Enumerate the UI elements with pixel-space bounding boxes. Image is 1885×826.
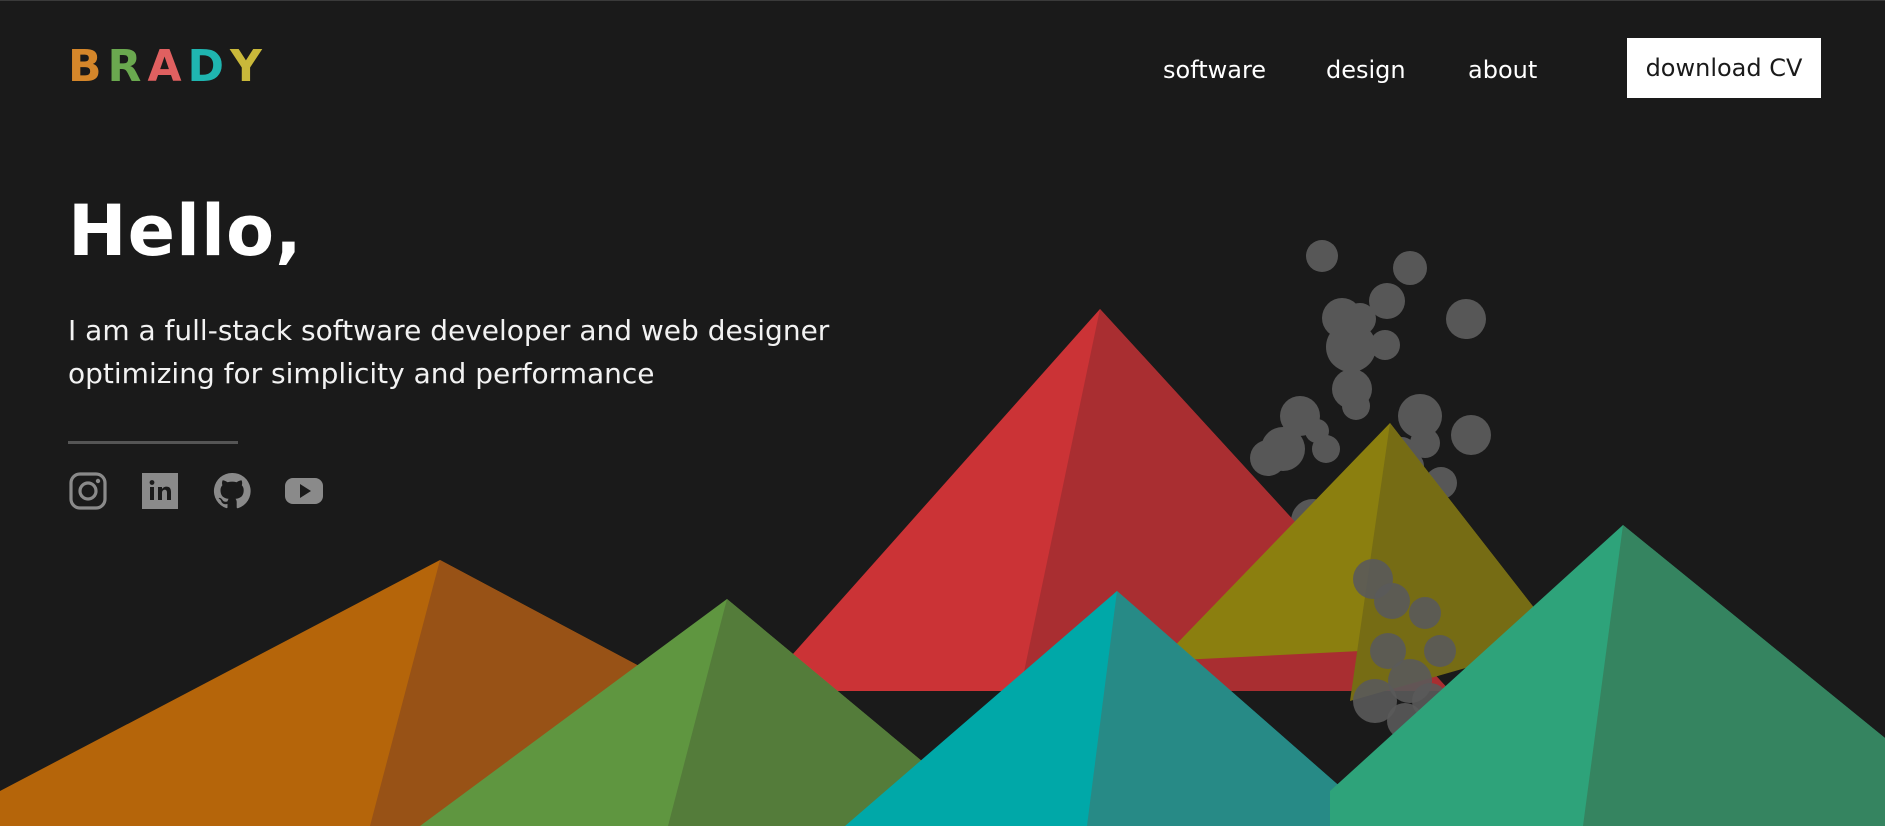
nav-design-link[interactable]: design bbox=[1326, 55, 1406, 85]
logo-letter-r: R bbox=[107, 41, 148, 92]
logo-letter-d: D bbox=[187, 41, 231, 92]
youtube-icon[interactable] bbox=[284, 471, 324, 511]
hero-section: Hello, I am a full-stack software develo… bbox=[68, 190, 868, 390]
tagline-line-1: I am a full-stack software developer and… bbox=[68, 314, 830, 347]
hero-tagline: I am a full-stack software developer and… bbox=[68, 309, 868, 395]
smoke-puff bbox=[1374, 583, 1410, 619]
download-cv-button[interactable]: download CV bbox=[1627, 38, 1821, 98]
smoke-puff bbox=[1250, 440, 1286, 476]
hero-greeting: Hello, bbox=[68, 190, 303, 272]
github-icon[interactable] bbox=[212, 471, 252, 511]
logo-letter-a: A bbox=[147, 41, 188, 92]
smoke-puff bbox=[1393, 251, 1427, 285]
logo-letter-b: B bbox=[68, 41, 108, 92]
linkedin-icon[interactable] bbox=[140, 471, 180, 511]
smoke-puff bbox=[1370, 330, 1400, 360]
instagram-icon[interactable] bbox=[68, 471, 108, 511]
smoke-puff bbox=[1344, 303, 1376, 335]
hero-divider bbox=[68, 441, 238, 444]
nav-software-link[interactable]: software bbox=[1163, 55, 1266, 85]
smoke-puff bbox=[1451, 415, 1491, 455]
smoke-puff bbox=[1409, 597, 1441, 629]
site-header: BRADY software design about download CV bbox=[0, 1, 1885, 139]
smoke-puff bbox=[1449, 303, 1485, 339]
smoke-puff bbox=[1342, 392, 1370, 420]
tagline-line-2: optimizing for simplicity and performanc… bbox=[68, 357, 655, 390]
smoke-puff bbox=[1305, 419, 1329, 443]
brand-logo[interactable]: BRADY bbox=[68, 45, 268, 89]
nav-about-link[interactable]: about bbox=[1468, 55, 1537, 85]
smoke-puff bbox=[1306, 240, 1338, 272]
smoke-puff bbox=[1424, 635, 1456, 667]
logo-letter-y: Y bbox=[230, 41, 268, 92]
